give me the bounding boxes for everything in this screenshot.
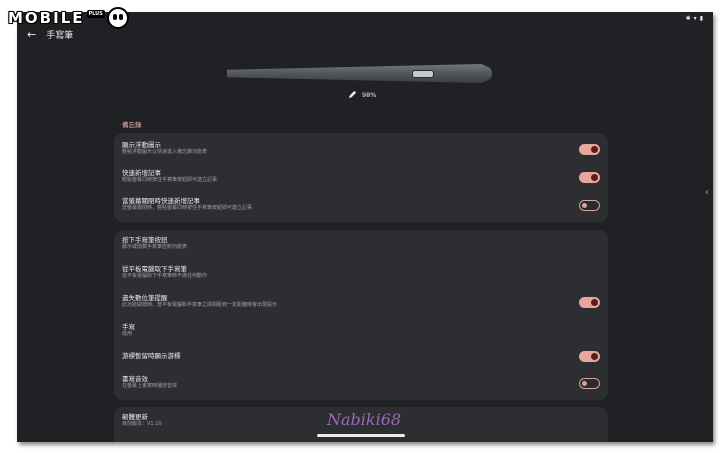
- setting-title: 書寫音效: [122, 375, 148, 383]
- setting-subtitle: 顯示或隱藏手寫筆控制功能表: [122, 244, 188, 250]
- section-header-memo: 備忘錄: [122, 121, 142, 129]
- logo-badge: PLUS: [86, 10, 105, 18]
- toggle-switch[interactable]: [579, 200, 600, 211]
- setting-subtitle: 輕點螢幕同時按住手寫筆按鈕即可建立記事: [122, 177, 218, 183]
- stylus-illustration: [227, 64, 492, 83]
- settings-card-pen: 按下手寫筆按鈕 顯示或隱藏手寫筆控制功能表 從平板電腦取下手寫筆 從平板電腦取下…: [114, 230, 608, 400]
- setting-title: 按下手寫筆按鈕: [122, 236, 168, 244]
- tablet-screen: ✱ ▾ ▮ ← 手寫筆 98% 備忘錄 顯示浮動圖示 輕點浮動圖示以快速進入備忘…: [17, 12, 713, 442]
- setting-subtitle: 從平板電腦取下手寫筆時不做任何動作: [122, 273, 208, 279]
- setting-title: 當螢幕關閉時快速新增記事: [122, 197, 200, 205]
- setting-row-pen-button[interactable]: 按下手寫筆按鈕 顯示或隱藏手寫筆控制功能表: [122, 236, 600, 251]
- logo-text: MOBILE: [8, 9, 85, 27]
- toggle-knob: [581, 380, 587, 386]
- toggle-knob: [591, 299, 598, 306]
- setting-row-quick-note[interactable]: 快速新增記事 輕點螢幕同時按住手寫筆按鈕即可建立記事: [122, 169, 600, 184]
- toggle-switch[interactable]: [579, 144, 600, 155]
- setting-title: 手寫: [122, 323, 135, 331]
- toggle-knob: [591, 146, 598, 153]
- status-bar: ✱ ▾ ▮: [686, 15, 703, 22]
- setting-row-pen-detach[interactable]: 從平板電腦取下手寫筆 從平板電腦取下手寫筆時不做任何動作: [122, 265, 600, 280]
- setting-subtitle: 在螢幕上書寫時播放音效: [122, 383, 178, 389]
- logo-face-icon: [106, 7, 129, 29]
- battery-level: 98%: [362, 90, 377, 99]
- setting-row-floating-icon[interactable]: 顯示浮動圖示 輕點浮動圖示以快速進入備忘錄功能表: [122, 141, 600, 156]
- pen-battery: 98%: [348, 90, 376, 99]
- wifi-icon: ▾: [693, 15, 697, 22]
- mobile01-logo: MOBILE PLUS: [8, 4, 129, 32]
- chevron-left-icon[interactable]: ‹: [705, 187, 709, 198]
- toggle-switch[interactable]: [579, 172, 600, 183]
- setting-subtitle: 啟用: [122, 331, 133, 337]
- toggle-switch[interactable]: [579, 351, 600, 362]
- stylus-button-illustration: [412, 70, 434, 78]
- setting-title: 遺失數位筆提醒: [122, 294, 168, 302]
- setting-row-lost-pen-reminder[interactable]: 遺失數位筆提醒 此功能開啟時，當平板電腦和手寫筆之間相距到一定距離時會出現提示: [122, 294, 600, 309]
- setting-row-screen-off-note[interactable]: 當螢幕關閉時快速新增記事 當螢幕關閉時，輕點螢幕同時按住手寫筆按鈕即可建立記事: [122, 197, 600, 212]
- toggle-switch[interactable]: [579, 378, 600, 389]
- setting-row-writing-sound[interactable]: 書寫音效 在螢幕上書寫時播放音效: [122, 375, 600, 390]
- setting-title: 快速新增記事: [122, 169, 161, 177]
- toggle-knob: [591, 174, 598, 181]
- setting-subtitle: 當螢幕關閉時，輕點螢幕同時按住手寫筆按鈕即可建立記事: [122, 205, 253, 211]
- gesture-nav-handle[interactable]: [317, 434, 405, 437]
- battery-icon: ▮: [699, 15, 703, 22]
- setting-subtitle: 此功能開啟時，當平板電腦和手寫筆之間相距到一定距離時會出現提示: [122, 302, 278, 308]
- setting-title: 顯示浮動圖示: [122, 141, 161, 149]
- pencil-icon: [348, 90, 357, 99]
- setting-subtitle: 輕點浮動圖示以快速進入備忘錄功能表: [122, 149, 208, 155]
- toggle-knob: [591, 353, 598, 360]
- setting-title: 游標暫留時顯示游標: [122, 352, 181, 360]
- setting-title: 從平板電腦取下手寫筆: [122, 265, 187, 273]
- toggle-knob: [581, 202, 587, 208]
- settings-card-memo: 顯示浮動圖示 輕點浮動圖示以快速進入備忘錄功能表 快速新增記事 輕點螢幕同時按住…: [114, 133, 608, 222]
- setting-row-hover-cursor[interactable]: 游標暫留時顯示游標: [122, 351, 600, 362]
- watermark: Nabiki68: [327, 410, 402, 429]
- bluetooth-icon: ✱: [685, 15, 691, 22]
- setting-row-handwriting[interactable]: 手寫 啟用: [122, 323, 600, 338]
- toggle-switch[interactable]: [579, 297, 600, 308]
